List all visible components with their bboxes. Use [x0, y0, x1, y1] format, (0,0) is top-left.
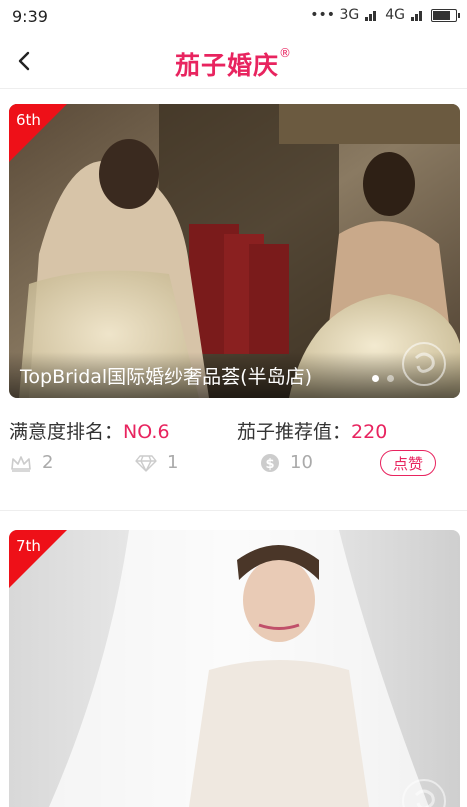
battery-icon — [431, 8, 460, 22]
crown-stat: 2 — [10, 452, 53, 473]
status-indicators: ••• 3G 4G — [310, 7, 460, 23]
card-divider — [0, 510, 467, 511]
venue-card[interactable]: 7th — [9, 530, 460, 807]
watermark-logo-icon — [402, 779, 446, 807]
logo-text: 茄子婚庆 — [174, 51, 279, 80]
satisfaction-rank: 满意度排名：NO.6 — [9, 417, 170, 444]
rank-label: 7th — [16, 537, 41, 555]
coin-stat: $ 10 — [260, 452, 313, 473]
satisfaction-value: NO.6 — [123, 421, 170, 443]
venue-card[interactable]: 6th TopBridal国际婚纱奢品荟(半岛店) — [9, 104, 460, 398]
venue-info: 满意度排名：NO.6 茄子推荐值：220 2 1 $ 10 点赞 — [0, 405, 467, 505]
svg-text:$: $ — [265, 457, 274, 472]
recommend-score: 茄子推荐值：220 — [237, 417, 387, 444]
praise-button[interactable]: 点赞 — [380, 450, 436, 476]
signal-icon — [365, 9, 379, 21]
crown-count: 2 — [42, 452, 54, 473]
caption-overlay: TopBridal国际婚纱奢品荟(半岛店) — [9, 352, 460, 398]
carousel-dot[interactable] — [372, 375, 379, 382]
diamond-icon — [135, 454, 157, 472]
diamond-count: 1 — [167, 452, 179, 473]
watermark-logo-icon — [402, 342, 446, 386]
status-time: 9:39 — [12, 7, 48, 26]
rank-label: 6th — [16, 111, 41, 129]
venue-name: TopBridal国际婚纱奢品荟(半岛店) — [20, 366, 312, 388]
satisfaction-label: 满意度排名： — [9, 421, 124, 443]
nav-bar: 茄子婚庆® — [0, 34, 467, 89]
coin-icon: $ — [261, 453, 279, 472]
signal-icon-2 — [411, 9, 425, 21]
carousel-dot[interactable] — [387, 375, 394, 382]
status-bar: 9:39 ••• 3G 4G — [0, 0, 467, 34]
recommend-value: 220 — [351, 421, 388, 443]
carousel-dots — [372, 375, 394, 382]
coin-count: 10 — [290, 452, 313, 473]
recommend-label: 茄子推荐值： — [237, 421, 352, 443]
registered-mark: ® — [279, 46, 292, 60]
app-logo: 茄子婚庆® — [0, 46, 467, 82]
diamond-stat: 1 — [135, 452, 178, 473]
network-label: ••• 3G — [310, 7, 360, 23]
venue-photo — [9, 530, 460, 807]
network-label-2: 4G — [385, 7, 405, 23]
crown-icon — [11, 455, 31, 472]
